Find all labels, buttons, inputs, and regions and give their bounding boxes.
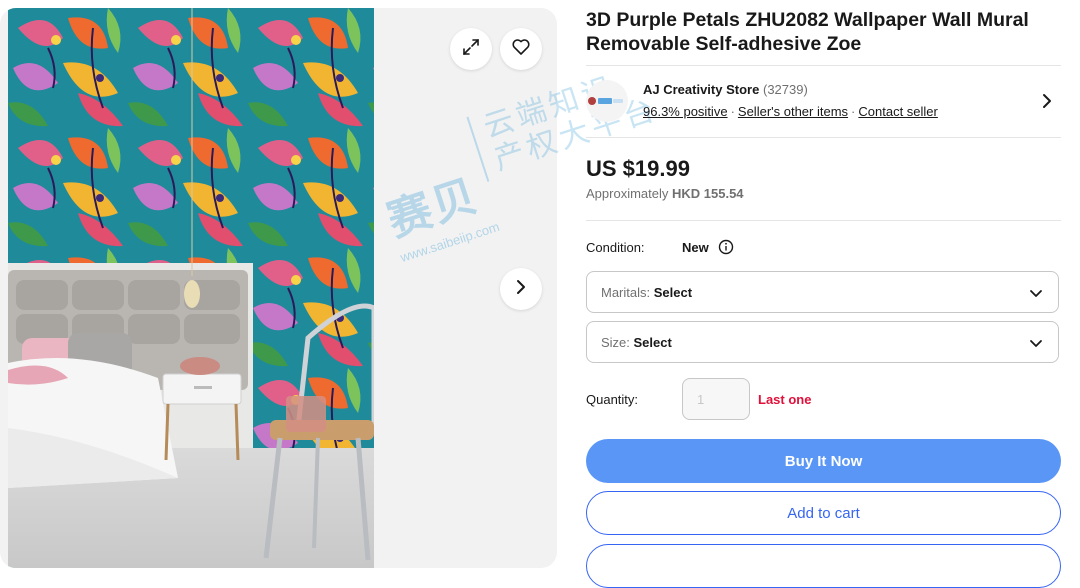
approx-prefix: Approximately bbox=[586, 186, 672, 201]
chevron-down-icon bbox=[1028, 335, 1044, 356]
seller-name[interactable]: AJ Creativity Store bbox=[643, 82, 759, 97]
contact-seller-link[interactable]: Contact seller bbox=[858, 104, 937, 119]
add-to-watchlist-button[interactable] bbox=[586, 544, 1061, 588]
chevron-right-icon bbox=[512, 278, 530, 301]
next-image-button[interactable] bbox=[500, 268, 542, 310]
seller-card[interactable]: AJ Creativity Store (32739) 96.3% positi… bbox=[586, 78, 1062, 126]
condition-label: Condition: bbox=[586, 240, 645, 255]
maritals-select-label: Maritals: Select bbox=[601, 285, 693, 300]
divider bbox=[586, 65, 1061, 66]
divider bbox=[586, 220, 1061, 221]
favorite-button[interactable] bbox=[500, 28, 542, 70]
expand-icon bbox=[461, 37, 481, 62]
maritals-select-value: Select bbox=[653, 285, 693, 300]
approx-value: HKD 155.54 bbox=[671, 186, 744, 201]
quantity-input[interactable] bbox=[682, 378, 750, 420]
item-price: US $19.99 bbox=[586, 156, 690, 181]
chevron-down-icon bbox=[1028, 285, 1044, 306]
sellers-other-items-link[interactable]: Seller's other items bbox=[738, 104, 848, 119]
info-icon[interactable] bbox=[718, 239, 734, 260]
chevron-right-icon[interactable] bbox=[1040, 92, 1054, 115]
add-to-cart-button[interactable]: Add to cart bbox=[586, 491, 1061, 535]
buy-it-now-button[interactable]: Buy It Now bbox=[586, 439, 1061, 483]
size-select-value: Select bbox=[633, 335, 672, 350]
maritals-select[interactable]: Maritals: Select bbox=[586, 271, 1059, 313]
separator-dot: · bbox=[851, 104, 856, 119]
heart-icon bbox=[511, 37, 531, 62]
size-select-label: Size: Select bbox=[601, 335, 672, 350]
product-image[interactable] bbox=[8, 8, 374, 568]
stock-status: Last one bbox=[758, 392, 812, 407]
size-select[interactable]: Size: Select bbox=[586, 321, 1059, 363]
quantity-label: Quantity: bbox=[586, 392, 639, 407]
seller-avatar[interactable] bbox=[586, 80, 628, 122]
item-title: 3D Purple Petals ZHU2082 Wallpaper Wall … bbox=[586, 9, 1029, 55]
seller-links: 96.3% positive · Seller's other items · Cont… bbox=[643, 104, 938, 119]
seller-feedback-count: (32739) bbox=[763, 82, 808, 97]
condition-value: New bbox=[682, 240, 709, 255]
positive-feedback-link[interactable]: 96.3% positive bbox=[643, 104, 728, 119]
expand-button[interactable] bbox=[450, 28, 492, 70]
image-gallery bbox=[0, 8, 557, 568]
separator-dot: · bbox=[730, 104, 735, 119]
divider bbox=[586, 137, 1061, 138]
approximate-price: Approximately HKD 155.54 bbox=[586, 186, 744, 201]
